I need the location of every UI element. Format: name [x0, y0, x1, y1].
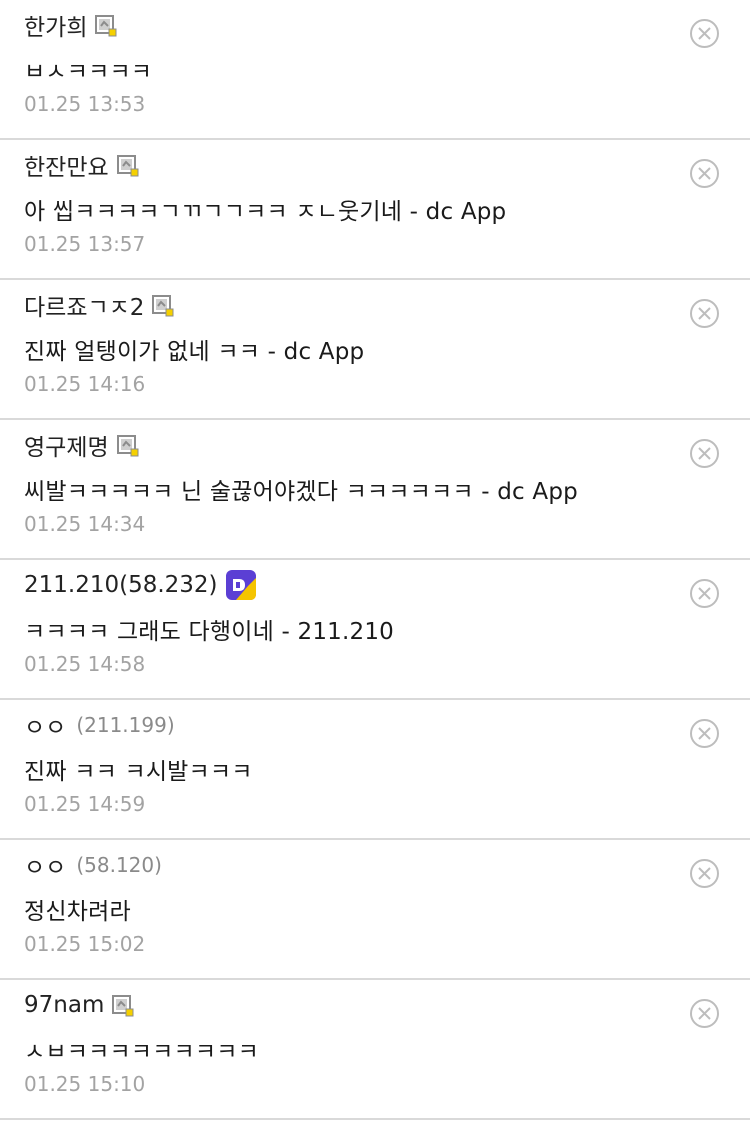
comment-text: 씨발ㅋㅋㅋㅋㅋ 닌 술끊어야겠다 ㅋㅋㅋㅋㅋㅋ - dc App [24, 479, 578, 505]
comment-author[interactable]: 영구제명 [24, 428, 109, 462]
comment-date: 01.25 14:59 [24, 792, 146, 816]
comment-text: 진짜 얼탱이가 없네 ㅋㅋ - dc App [24, 339, 365, 365]
comment-item: 211.210(58.232) ㅋㅋㅋㅋ 그래도 다행이네 - 211.210 … [0, 560, 750, 700]
delete-comment-button[interactable] [689, 578, 720, 609]
gallog-icon[interactable] [116, 435, 139, 457]
comment-text: ㅂㅅㅋㅋㅋㅋ [24, 59, 153, 85]
comment-author-row: 영구제명 [24, 428, 139, 462]
comment-item: 한잔만요 아 씹ㅋㅋㅋㅋㄱㄲㄱㄱㅋㅋ ㅈㄴ웃기네 - dc App 01.25 … [0, 140, 750, 280]
comment-author[interactable]: 97nam [24, 992, 104, 1018]
comment-list: 한가희 ㅂㅅㅋㅋㅋㅋ 01.25 13:53 한잔만요 아 씹ㅋㅋㅋㅋㄱㄲㄱㄱㅋ… [0, 0, 750, 1120]
comment-date: 01.25 14:16 [24, 372, 146, 396]
delete-comment-button[interactable] [689, 438, 720, 469]
gallog-icon[interactable] [95, 15, 117, 37]
gallog-icon[interactable] [112, 995, 134, 1017]
comment-text: ㅅㅂㅋㅋㅋㅋㅋㅋㅋㅋㅋ [24, 1039, 259, 1065]
comment-date: 01.25 13:57 [24, 232, 146, 256]
gallog-icon[interactable] [116, 155, 139, 177]
comment-author-row: 211.210(58.232) [24, 569, 256, 601]
comment-author-row: 한잔만요 [24, 148, 139, 182]
comment-author[interactable]: 다르죠ㄱㅈ2 [24, 288, 144, 322]
gallog-icon[interactable] [152, 295, 174, 317]
delete-comment-button[interactable] [689, 18, 720, 49]
comment-item: 한가희 ㅂㅅㅋㅋㅋㅋ 01.25 13:53 [0, 0, 750, 140]
comment-date: 01.25 15:02 [24, 932, 146, 956]
comment-author-row: 한가희 [24, 8, 117, 42]
comment-author-row: ㅇㅇ (211.199) [24, 709, 175, 741]
comment-author-row: 다르죠ㄱㅈ2 [24, 288, 174, 322]
comment-text: 정신차려라 [24, 899, 131, 925]
comment-text: 아 씹ㅋㅋㅋㅋㄱㄲㄱㄱㅋㅋ ㅈㄴ웃기네 - dc App [24, 199, 507, 225]
comment-author[interactable]: 한잔만요 [24, 148, 109, 182]
comment-author[interactable]: ㅇㅇ [24, 708, 66, 742]
dc-app-icon [225, 570, 256, 600]
comment-item: 다르죠ㄱㅈ2 진짜 얼탱이가 없네 ㅋㅋ - dc App 01.25 14:1… [0, 280, 750, 420]
delete-comment-button[interactable] [689, 158, 720, 189]
comment-date: 01.25 14:58 [24, 652, 146, 676]
comment-item: 영구제명 씨발ㅋㅋㅋㅋㅋ 닌 술끊어야겠다 ㅋㅋㅋㅋㅋㅋ - dc App 01… [0, 420, 750, 560]
delete-comment-button[interactable] [689, 298, 720, 329]
delete-comment-button[interactable] [689, 998, 720, 1029]
comment-item: ㅇㅇ (211.199) 진짜 ㅋㅋ ㅋ시발ㅋㅋㅋ 01.25 14:59 [0, 700, 750, 840]
comment-author-row: ㅇㅇ (58.120) [24, 849, 162, 881]
delete-comment-button[interactable] [689, 858, 720, 889]
comment-item: ㅇㅇ (58.120) 정신차려라 01.25 15:02 [0, 840, 750, 980]
comment-ip: (211.199) [76, 713, 175, 737]
comment-date: 01.25 14:34 [24, 512, 146, 536]
comment-date: 01.25 15:10 [24, 1072, 146, 1096]
comment-ip: (58.120) [76, 853, 162, 877]
comment-author[interactable]: 211.210(58.232) [24, 572, 218, 598]
comment-item: 97nam ㅅㅂㅋㅋㅋㅋㅋㅋㅋㅋㅋ 01.25 15:10 [0, 980, 750, 1120]
comment-date: 01.25 13:53 [24, 92, 146, 116]
comment-text: 진짜 ㅋㅋ ㅋ시발ㅋㅋㅋ [24, 759, 253, 785]
comment-text: ㅋㅋㅋㅋ 그래도 다행이네 - 211.210 [24, 619, 395, 645]
comment-author[interactable]: 한가희 [24, 8, 87, 42]
comment-author[interactable]: ㅇㅇ [24, 848, 66, 882]
comment-author-row: 97nam [24, 989, 134, 1021]
delete-comment-button[interactable] [689, 718, 720, 749]
